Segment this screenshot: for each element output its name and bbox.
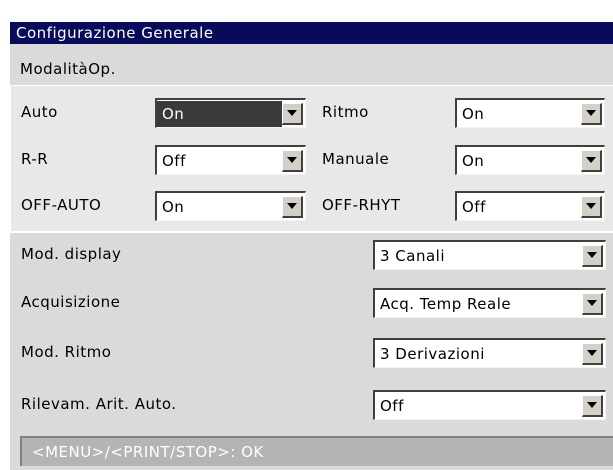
off-rhyt-label: OFF-RHYT xyxy=(322,196,401,214)
rr-label: R-R xyxy=(21,150,49,168)
rr-select[interactable]: Off xyxy=(155,145,306,175)
off-rhyt-select[interactable]: Off xyxy=(455,191,605,221)
manuale-value: On xyxy=(462,151,485,170)
mod-display-value: 3 Canali xyxy=(380,246,446,265)
chevron-down-icon[interactable] xyxy=(282,195,303,218)
ritmo-select[interactable]: On xyxy=(455,98,605,128)
acquisizione-label: Acquisizione xyxy=(21,293,121,311)
chevron-down-icon[interactable] xyxy=(582,342,603,365)
mod-display-label: Mod. display xyxy=(21,245,122,263)
rilevam-arit-label: Rilevam. Arit. Auto. xyxy=(21,395,177,413)
rilevam-arit-select[interactable]: Off xyxy=(373,390,606,420)
auto-select[interactable]: On xyxy=(155,98,306,128)
off-rhyt-value: Off xyxy=(462,197,486,216)
chevron-down-icon[interactable] xyxy=(581,195,602,218)
chevron-down-icon[interactable] xyxy=(582,394,603,417)
chevron-down-icon[interactable] xyxy=(282,102,303,125)
chevron-down-icon[interactable] xyxy=(581,149,602,172)
off-auto-value: On xyxy=(162,197,185,216)
rr-value: Off xyxy=(162,151,186,170)
mod-ritmo-value: 3 Derivazioni xyxy=(380,344,485,363)
off-auto-select[interactable]: On xyxy=(155,191,306,221)
manuale-label: Manuale xyxy=(322,150,390,168)
section-label-modalita: ModalitàOp. xyxy=(20,60,116,78)
chevron-down-icon[interactable] xyxy=(582,292,603,315)
acquisizione-select[interactable]: Acq. Temp Reale xyxy=(373,288,606,318)
ritmo-label: Ritmo xyxy=(322,103,369,121)
status-bar: <MENU>/<PRINT/STOP>: OK xyxy=(20,436,613,466)
chevron-down-icon[interactable] xyxy=(282,149,303,172)
mod-display-select[interactable]: 3 Canali xyxy=(373,240,606,270)
chevron-down-icon[interactable] xyxy=(581,102,602,125)
acquisizione-value: Acq. Temp Reale xyxy=(380,294,512,313)
mod-ritmo-select[interactable]: 3 Derivazioni xyxy=(373,338,606,368)
manuale-select[interactable]: On xyxy=(455,145,605,175)
mod-ritmo-label: Mod. Ritmo xyxy=(21,343,112,361)
auto-value: On xyxy=(157,100,282,127)
auto-label: Auto xyxy=(21,103,58,121)
chevron-down-icon[interactable] xyxy=(582,244,603,267)
window-title: Configurazione Generale xyxy=(10,22,613,44)
ritmo-value: On xyxy=(462,104,485,123)
rilevam-arit-value: Off xyxy=(380,396,404,415)
off-auto-label: OFF-AUTO xyxy=(21,196,102,214)
